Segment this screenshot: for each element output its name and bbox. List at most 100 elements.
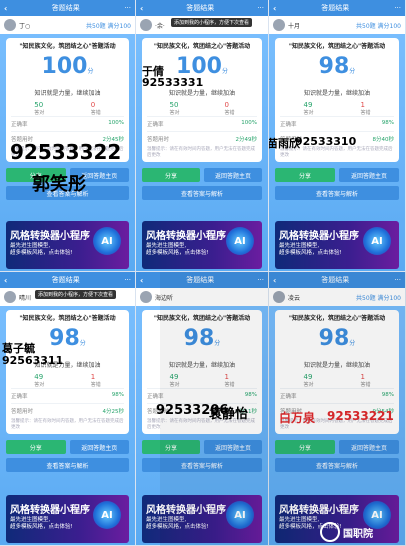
wrong-count: 0: [224, 101, 229, 109]
accuracy-row: 正确率 100%: [11, 116, 124, 131]
user-bar: 凌云 共50题 满分100: [269, 288, 405, 306]
ad-banner[interactable]: 风格转换器小程序 最先进生图模型, 超多模板风格，点击体验! AI: [142, 221, 262, 269]
result-screen: ‹ 答题结果 ··· 海边听 "知民族文化，筑团结之心"答题活动 98分 知识就…: [136, 272, 269, 546]
view-answers-button[interactable]: 查看答案与解析: [6, 458, 129, 472]
avatar: [140, 291, 152, 303]
quiz-stats: 共50题 满分100: [356, 22, 401, 30]
back-icon[interactable]: ‹: [4, 4, 7, 13]
avatar: [140, 19, 152, 31]
wrong-label: 答错: [90, 382, 101, 388]
answer-counts: 50 答对 0 答错: [11, 101, 124, 116]
time-label: 答题用时: [147, 137, 170, 143]
encouragement: 知识就是力量，继续加油: [168, 90, 235, 97]
view-answers-button[interactable]: 查看答案与解析: [275, 458, 399, 472]
more-menu-icon[interactable]: ···: [257, 276, 264, 284]
back-icon[interactable]: ‹: [4, 276, 7, 285]
accuracy-value: 98%: [111, 392, 124, 398]
time-value: 8分40秒: [372, 137, 395, 143]
accuracy-row: 正确率 98%: [280, 116, 394, 131]
user-name: 凌云: [288, 294, 301, 302]
back-icon[interactable]: ‹: [273, 4, 276, 13]
ad-title: 风格转换器小程序: [146, 505, 226, 516]
time-value: 4分25秒: [102, 409, 125, 415]
activity-title: "知民族文化，筑团结之心"答题活动: [19, 43, 116, 50]
ad-line-2: 超多模板风格，点击体验!: [10, 524, 73, 530]
correct-count: 49: [34, 373, 44, 381]
view-answers-button[interactable]: 查看答案与解析: [142, 186, 262, 200]
accuracy-label: 正确率: [11, 122, 28, 128]
ai-badge-icon: AI: [226, 227, 254, 255]
encouragement: 知识就是力量，继续加油: [303, 90, 370, 97]
page-title: 答题结果: [186, 4, 215, 12]
score: 100分: [11, 53, 124, 86]
back-icon[interactable]: ‹: [140, 276, 143, 285]
watermark-logo-icon: [320, 522, 340, 542]
ad-banner[interactable]: 风格转换器小程序 最先进生图模型, 超多模板风格，点击体验! AI: [6, 221, 129, 269]
activity-title: "知民族文化，筑团结之心"答题活动: [153, 43, 251, 50]
wrong-label: 答错: [90, 110, 101, 116]
correct-count: 49: [303, 373, 313, 381]
ad-banner[interactable]: 风格转换器小程序 最先进生图模型, 超多模板风格，点击体验! AI: [275, 221, 399, 269]
view-answers-button[interactable]: 查看答案与解析: [142, 458, 262, 472]
ad-title: 风格转换器小程序: [279, 231, 359, 242]
ad-subtitle: 最先进生图模型, 超多模板风格，点击体验!: [146, 243, 209, 257]
ai-badge-icon: AI: [363, 227, 391, 255]
accuracy-value: 98%: [244, 392, 257, 398]
ad-line-2: 超多模板风格，点击体验!: [10, 250, 73, 256]
activity-title: "知民族文化，筑团结之心"答题活动: [288, 315, 386, 322]
page-title: 答题结果: [51, 276, 80, 284]
avatar: [273, 291, 285, 303]
accuracy-value: 100%: [108, 120, 124, 126]
share-button[interactable]: 分享: [6, 440, 66, 454]
accuracy-value: 98%: [381, 120, 394, 126]
view-answers-button[interactable]: 查看答案与解析: [275, 186, 399, 200]
ad-banner[interactable]: 风格转换器小程序 最先进生图模型, 超多模板风格，点击体验! AI: [142, 495, 262, 543]
title-bar: ‹ 答题结果 ···: [136, 0, 268, 16]
back-home-button[interactable]: 返回答题主页: [69, 440, 129, 454]
result-screen: ‹ 答题结果 ··· 凌云 共50题 满分100 "知民族文化，筑团结之心"答题…: [269, 272, 406, 546]
share-button[interactable]: 分享: [275, 440, 335, 454]
more-menu-icon[interactable]: ···: [257, 4, 264, 12]
ad-subtitle: 最先进生图模型, 超多模板风格，点击体验!: [10, 243, 73, 257]
action-buttons: 分享 返回答题主页: [275, 440, 399, 454]
page-title: 答题结果: [51, 4, 80, 12]
ad-subtitle: 最先进生图模型, 超多模板风格，点击体验!: [146, 517, 209, 531]
more-menu-icon[interactable]: ···: [394, 4, 401, 12]
accuracy-row: 正确率 98%: [280, 388, 394, 403]
result-screen: ‹ 答题结果 ··· 晴川 "知民族文化，筑团结之心"答题活动 98分 知识就是…: [0, 272, 136, 546]
ad-banner[interactable]: 风格转换器小程序 最先进生图模型, 超多模板风格，点击体验! AI: [6, 495, 129, 543]
share-button[interactable]: 分享: [275, 168, 335, 182]
wrong-count: 1: [360, 101, 365, 109]
more-menu-icon[interactable]: ···: [124, 276, 131, 284]
back-home-button[interactable]: 返回答题主页: [204, 168, 262, 182]
wrong-label: 答错: [360, 382, 371, 388]
correct-count: 49: [169, 373, 179, 381]
share-button[interactable]: 分享: [142, 440, 200, 454]
result-screen: ‹ 答题结果 ··· 十月 共50题 满分100 "知民族文化，筑团结之心"答题…: [269, 0, 406, 272]
back-home-button[interactable]: 返回答题主页: [339, 440, 399, 454]
answer-counts: 49 答对 1 答错: [11, 373, 124, 388]
time-value: 2分49秒: [235, 137, 258, 143]
back-home-button[interactable]: 返回答题主页: [339, 168, 399, 182]
back-home-button[interactable]: 返回答题主页: [204, 440, 262, 454]
accuracy-value: 100%: [241, 120, 257, 126]
score-unit: 分: [214, 340, 221, 347]
accuracy-row: 正确率 98%: [11, 388, 124, 403]
accuracy-label: 正确率: [11, 394, 28, 400]
score-unit: 分: [221, 68, 228, 75]
user-name: 十月: [288, 22, 301, 30]
time-row: 答题用时 4分25秒: [11, 403, 124, 418]
overlay-person-name: 葛子毓: [2, 342, 35, 355]
wrong-label: 答错: [360, 110, 371, 116]
accuracy-label: 正确率: [280, 122, 297, 128]
user-bar: 海边听: [136, 288, 268, 306]
more-menu-icon[interactable]: ···: [124, 4, 131, 12]
share-button[interactable]: 分享: [142, 168, 200, 182]
ad-line-1: 最先进生图模型,: [146, 243, 187, 249]
more-menu-icon[interactable]: ···: [394, 276, 401, 284]
back-icon[interactable]: ‹: [140, 4, 143, 13]
back-icon[interactable]: ‹: [273, 276, 276, 285]
correct-label: 答对: [169, 110, 180, 116]
wrong-count: 1: [224, 373, 229, 381]
user-bar: 十月 共50题 满分100: [269, 16, 405, 34]
